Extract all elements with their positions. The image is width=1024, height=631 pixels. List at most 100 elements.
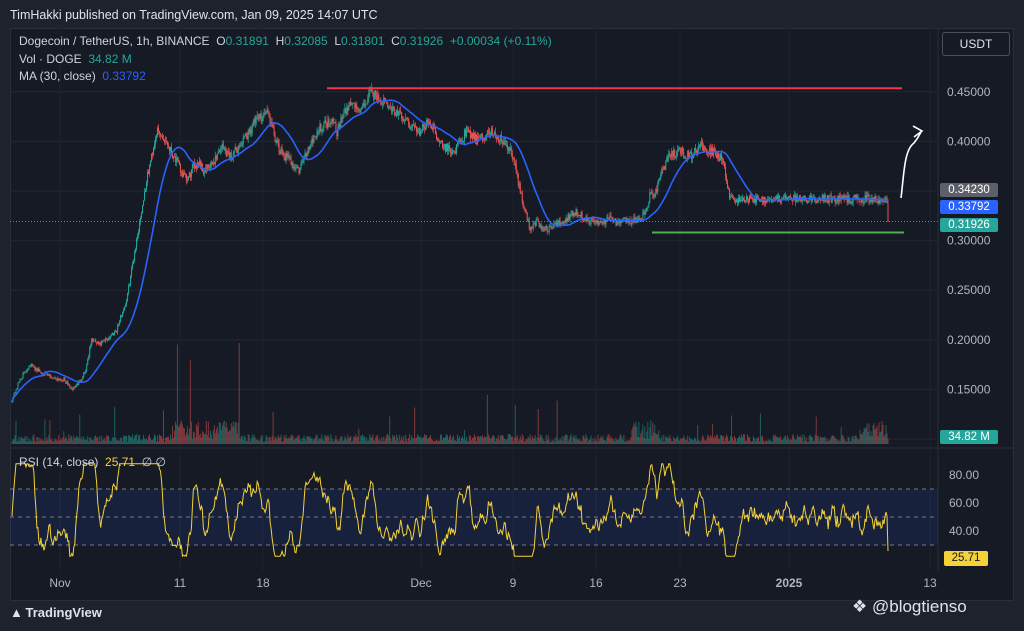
volume-bar [558, 440, 560, 444]
tradingview-logo[interactable]: ▲ TradingView [10, 605, 102, 620]
candle-body [300, 163, 302, 170]
candle-body [377, 94, 379, 101]
candle-body [425, 127, 427, 129]
volume-bar [206, 434, 208, 444]
rsi-tick-label: 60.00 [949, 496, 979, 510]
volume-bar [615, 437, 617, 444]
volume-bar [16, 441, 18, 444]
volume-bar [294, 438, 296, 444]
volume-bar [34, 440, 36, 444]
candle-body [725, 166, 727, 177]
volume-bar [82, 439, 84, 444]
candle-body [605, 220, 607, 225]
volume-bar [368, 440, 370, 444]
volume-bar [661, 435, 663, 444]
candle-body [61, 379, 63, 381]
price-axis: 0.450000.400000.350000.300000.250000.200… [947, 85, 991, 446]
volume-bar [862, 432, 864, 444]
volume-bar [733, 440, 735, 444]
volume-bar [788, 440, 790, 444]
candle-body [262, 115, 264, 121]
candle-body [98, 341, 100, 345]
candle-body [53, 378, 55, 380]
candle-body [435, 127, 437, 134]
volume-bar [797, 436, 799, 444]
candle-body [161, 136, 163, 139]
volume-bar [89, 437, 91, 444]
candle-body [449, 148, 451, 153]
volume-bar [128, 435, 130, 444]
volume-bar [616, 440, 618, 444]
candle-body [241, 143, 243, 146]
volume-bar [276, 439, 278, 444]
candle-body [170, 147, 172, 153]
volume-bar [864, 429, 866, 444]
candle-body [30, 363, 32, 367]
volume-bar [690, 438, 692, 444]
volume-bar [373, 439, 375, 444]
candle-body [440, 141, 442, 143]
candle-body [788, 196, 790, 198]
volume-bar [360, 435, 362, 444]
volume-bar [22, 438, 24, 444]
volume-bar [311, 437, 313, 444]
candle-body [149, 164, 151, 174]
candle-body [182, 172, 184, 177]
volume-bar [496, 438, 498, 444]
candle-body [721, 154, 723, 160]
candle-body [289, 157, 291, 158]
volume-bar [240, 435, 242, 444]
volume-bar [696, 440, 698, 444]
chart-canvas[interactable]: 0.450000.400000.350000.300000.250000.200… [0, 0, 1024, 631]
candle-body [382, 103, 384, 105]
candle-body [675, 156, 677, 158]
candle-body [28, 366, 30, 369]
candle-body [79, 380, 81, 382]
candle-body [291, 162, 293, 165]
volume-bar [115, 437, 117, 444]
volume-bar [717, 434, 719, 444]
volume-bar [877, 436, 879, 444]
candle-body [446, 143, 448, 152]
volume-bar [515, 437, 517, 444]
volume-bar [584, 438, 586, 444]
volume-bar [289, 438, 291, 444]
volume-bar [798, 436, 800, 444]
candle-body [39, 371, 41, 372]
candle-body [18, 381, 20, 383]
volume-bar [586, 437, 588, 444]
volume-bar [100, 441, 102, 444]
candle-body [607, 217, 609, 219]
candle-body [451, 150, 453, 155]
volume-bar [344, 436, 346, 444]
volume-bar [75, 437, 77, 444]
candle-body [867, 194, 869, 196]
volume-bar [83, 436, 85, 444]
candle-body [524, 209, 526, 211]
candle-body [179, 164, 181, 173]
volume-bar [614, 441, 616, 444]
volume-badge: 34.82 M [940, 430, 998, 444]
currency-button[interactable]: USDT [942, 32, 1010, 56]
volume-bar [189, 360, 191, 444]
volume-bar [403, 436, 405, 444]
candle-body [742, 198, 744, 200]
volume-bar [856, 438, 858, 444]
volume-bar [700, 441, 702, 444]
candle-body [412, 124, 414, 128]
candle-body [544, 228, 546, 231]
volume-bar [851, 436, 853, 444]
volume-bar [102, 440, 104, 444]
visibility-icons[interactable]: ∅ ∅ [142, 455, 166, 469]
volume-bar [220, 430, 222, 444]
volume-bar [476, 436, 478, 444]
candle-body [442, 140, 444, 148]
candle-body [574, 213, 576, 216]
candle-body [419, 128, 421, 136]
candle-body [60, 379, 62, 380]
volume-bar [45, 441, 47, 444]
candle-body [212, 162, 214, 165]
volume-bar [384, 440, 386, 444]
volume-bar [72, 440, 74, 444]
candle-body [335, 122, 337, 131]
